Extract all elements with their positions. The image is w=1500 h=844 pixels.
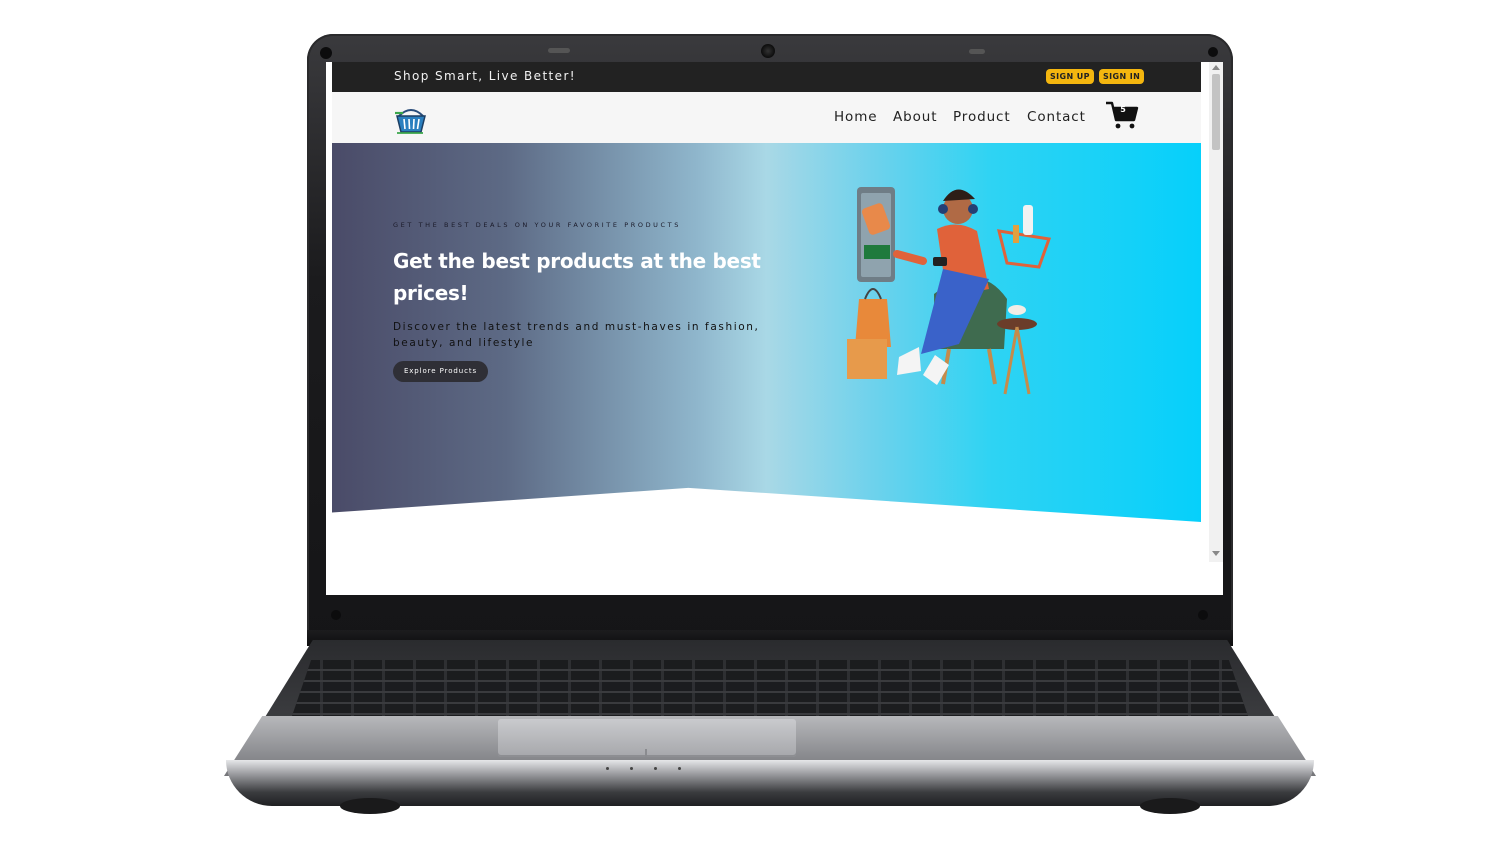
laptop-foot xyxy=(340,798,400,814)
scroll-down-arrow-icon[interactable] xyxy=(1212,551,1220,556)
hero-eyebrow: GET THE BEST DEALS ON YOUR FAVORITE PROD… xyxy=(393,221,681,229)
hero-subtitle: Discover the latest trends and must-have… xyxy=(393,321,760,349)
sign-in-button[interactable]: SIGN IN xyxy=(1099,69,1145,84)
navbar: Home About Product Contact 5 xyxy=(332,92,1201,143)
scroll-up-arrow-icon[interactable] xyxy=(1212,65,1220,70)
shopping-basket-icon[interactable] xyxy=(393,102,429,136)
status-led xyxy=(606,767,609,770)
bezel-screw xyxy=(331,610,341,620)
webcam-icon xyxy=(761,44,775,58)
nav-home[interactable]: Home xyxy=(834,109,877,125)
status-led xyxy=(678,767,681,770)
top-bar: Shop Smart, Live Better! SIGN UP SIGN IN xyxy=(332,62,1201,92)
explore-products-button[interactable]: Explore Products xyxy=(393,361,488,382)
page-scrollbar[interactable] xyxy=(1209,62,1223,562)
cart-count-badge: 5 xyxy=(1120,105,1126,114)
nav-about[interactable]: About xyxy=(893,109,937,125)
trackpad-divider xyxy=(645,749,647,757)
keyboard-rows xyxy=(292,660,1248,716)
cart-button[interactable]: 5 xyxy=(1104,100,1140,132)
nav-product[interactable]: Product xyxy=(953,109,1011,125)
status-led xyxy=(654,767,657,770)
laptop-screen: Shop Smart, Live Better! SIGN UP SIGN IN… xyxy=(326,62,1223,595)
bezel-screw xyxy=(1208,47,1218,57)
lid-slot xyxy=(548,48,570,53)
hero-title: Get the best products at the best prices… xyxy=(393,249,761,305)
trackpad xyxy=(498,719,796,757)
online-shopping-illustration xyxy=(847,187,1052,395)
bezel-screw xyxy=(320,47,332,59)
scroll-thumb[interactable] xyxy=(1212,74,1220,150)
laptop-foot xyxy=(1140,798,1200,814)
sign-up-button[interactable]: SIGN UP xyxy=(1046,69,1094,84)
tagline: Shop Smart, Live Better! xyxy=(394,69,576,83)
bezel-screw xyxy=(1198,610,1208,620)
status-led xyxy=(630,767,633,770)
nav-contact[interactable]: Contact xyxy=(1027,109,1086,125)
lid-slot xyxy=(969,49,985,54)
